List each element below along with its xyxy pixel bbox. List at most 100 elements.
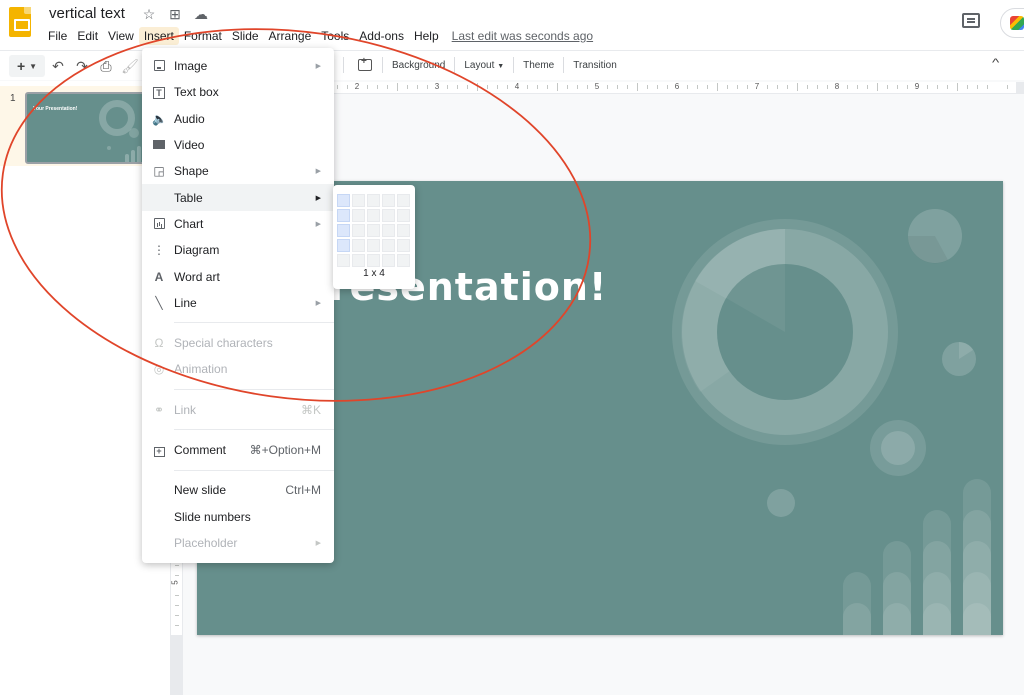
ruler-label: 7 <box>754 82 760 91</box>
table-grid-cell[interactable] <box>352 254 365 267</box>
table-grid-cell[interactable] <box>397 239 410 252</box>
table-grid-cell[interactable] <box>367 224 380 237</box>
transition-button[interactable]: Transition <box>570 59 620 72</box>
menu-help[interactable]: Help <box>409 27 444 45</box>
table-grid-cell[interactable] <box>397 254 410 267</box>
ruler-tick <box>687 85 688 89</box>
chevron-up-icon[interactable]: ^ <box>992 57 999 69</box>
ruler-tick <box>387 85 388 89</box>
decorative-bar <box>883 541 911 635</box>
menu-item-label: Chart <box>174 216 204 231</box>
dropdown-arrow-icon[interactable]: ▼ <box>29 62 37 71</box>
ruler-tick <box>547 85 548 89</box>
menu-item-audio[interactable]: 🔈 Audio <box>142 106 334 132</box>
link-icon: ⚭ <box>153 402 165 417</box>
table-grid-cell-selected[interactable] <box>337 194 350 207</box>
slides-logo-icon[interactable] <box>9 7 31 37</box>
menu-item-label: Diagram <box>174 243 220 258</box>
table-grid-cell[interactable] <box>397 209 410 222</box>
table-grid-cell[interactable] <box>367 209 380 222</box>
ruler-tick <box>717 83 718 91</box>
menu-item-image[interactable]: Image ▶ <box>142 53 334 79</box>
last-edit-link[interactable]: Last edit was seconds ago <box>452 27 593 45</box>
menu-edit[interactable]: Edit <box>72 27 103 45</box>
table-grid-cell[interactable] <box>352 209 365 222</box>
move-to-folder-icon[interactable]: ⊞ <box>168 6 182 23</box>
ruler-tick <box>667 85 668 89</box>
cloud-saved-icon[interactable]: ☁ <box>194 6 208 23</box>
menu-arrange[interactable]: Arrange <box>264 27 317 45</box>
menu-item-chart[interactable]: Chart ▶ <box>142 211 334 237</box>
comment-history-icon[interactable] <box>962 13 980 28</box>
slide-thumbnail[interactable]: Your Presentation! <box>25 92 153 164</box>
table-size-label: 1 x 4 <box>363 268 385 279</box>
ruler-tick <box>817 85 818 89</box>
table-grid-cell[interactable] <box>367 194 380 207</box>
table-grid-cell[interactable] <box>382 224 395 237</box>
ruler-tick <box>617 85 618 89</box>
menu-tools[interactable]: Tools <box>316 27 354 45</box>
menu-view[interactable]: View <box>103 27 139 45</box>
menu-item-table[interactable]: Table ▶ <box>142 184 334 211</box>
table-grid-cell-selected[interactable] <box>337 224 350 237</box>
redo-icon[interactable]: ↷ <box>71 58 93 75</box>
menu-item-diagram[interactable]: ⋮ Diagram <box>142 237 334 263</box>
ruler-tick <box>657 85 658 89</box>
document-title[interactable]: vertical text <box>49 5 125 22</box>
menu-slide[interactable]: Slide <box>227 27 264 45</box>
table-grid-cell-selected[interactable] <box>337 239 350 252</box>
table-grid-cell[interactable] <box>382 194 395 207</box>
menu-item-word-art[interactable]: A Word art <box>142 263 334 289</box>
table-grid-cell[interactable] <box>397 194 410 207</box>
text-box-icon: T <box>152 85 166 100</box>
ruler-tick <box>557 83 558 91</box>
undo-icon[interactable]: ↶ <box>47 58 69 75</box>
paint-format-icon[interactable]: 🖌 <box>119 58 141 75</box>
menu-item-shape[interactable]: ◲ Shape ▶ <box>142 158 334 184</box>
meet-button[interactable] <box>1000 8 1024 38</box>
menu-item-label: Line <box>174 295 197 310</box>
video-icon <box>152 138 166 152</box>
menu-add-ons[interactable]: Add-ons <box>354 27 409 45</box>
ruler-tick <box>407 85 408 89</box>
star-icon[interactable]: ☆ <box>142 6 156 23</box>
menu-item-video[interactable]: Video <box>142 132 334 158</box>
insert-menu: Image ▶ T Text box 🔈 Audio Video ◲ Shape ▶ Table ▶ C… <box>142 48 334 563</box>
ruler-tick <box>747 85 748 89</box>
table-grid-cell-selected[interactable] <box>337 209 350 222</box>
theme-button[interactable]: Theme <box>520 59 557 72</box>
menu-divider <box>174 322 334 324</box>
new-slide-button[interactable]: + ▼ <box>9 55 45 77</box>
menu-item-comment[interactable]: + Comment ⌘+Option+M <box>142 437 334 463</box>
ruler-tick <box>175 605 179 606</box>
ruler-tick <box>647 85 648 89</box>
table-grid-cell[interactable] <box>352 224 365 237</box>
layout-button[interactable]: Layout ▼ <box>461 59 507 72</box>
print-icon[interactable]: ⎙ <box>95 58 117 75</box>
table-grid-cell[interactable] <box>352 239 365 252</box>
horizontal-ruler[interactable]: 2 3 4 5 6 7 8 9 <box>330 82 1016 94</box>
toolbar-divider <box>454 57 456 73</box>
table-grid-cell[interactable] <box>382 209 395 222</box>
menu-file[interactable]: File <box>43 27 72 45</box>
table-grid-cell[interactable] <box>397 224 410 237</box>
table-grid-cell[interactable] <box>352 194 365 207</box>
add-comment-icon[interactable] <box>358 56 372 71</box>
menu-insert[interactable]: Insert <box>138 27 179 45</box>
menu-item-line[interactable]: ╲ Line ▶ <box>142 290 334 316</box>
menu-item-label: Audio <box>174 111 205 126</box>
table-grid-cell[interactable] <box>367 239 380 252</box>
ruler-label: 6 <box>674 82 680 91</box>
menu-item-slide-numbers[interactable]: Slide numbers <box>142 503 334 529</box>
table-size-picker: 1 x 4 <box>333 185 415 289</box>
menu-item-text-box[interactable]: T Text box <box>142 79 334 105</box>
menu-item-new-slide[interactable]: New slide Ctrl+M <box>142 477 334 503</box>
toolbar-divider <box>382 57 383 73</box>
table-grid-cell[interactable] <box>382 239 395 252</box>
table-grid-cell[interactable] <box>337 254 350 267</box>
background-button[interactable]: Background <box>389 59 448 72</box>
table-grid-cell[interactable] <box>367 254 380 267</box>
ruler-tick <box>1007 85 1008 89</box>
table-grid-cell[interactable] <box>382 254 395 267</box>
menu-format[interactable]: Format <box>179 27 227 45</box>
